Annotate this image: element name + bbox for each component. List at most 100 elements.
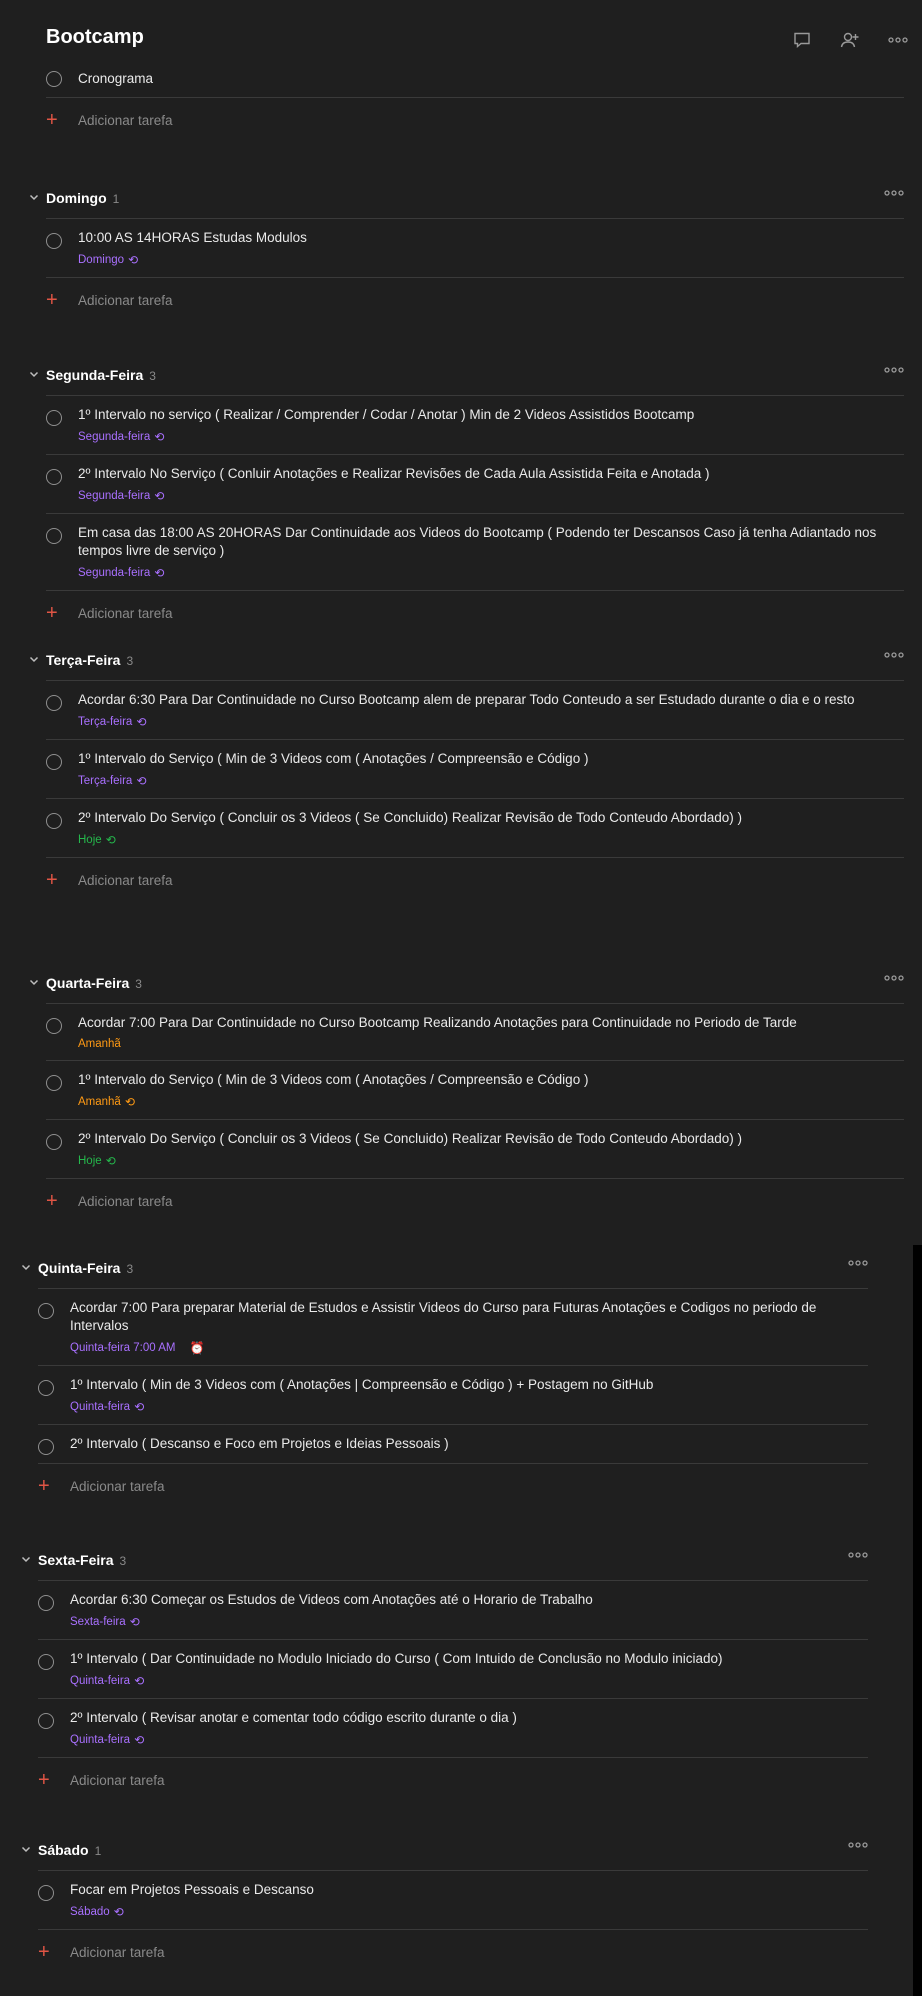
add-task-button[interactable]: + Adicionar tarefa	[46, 591, 904, 635]
chevron-down-icon[interactable]	[28, 368, 42, 382]
task-checkbox[interactable]	[46, 695, 62, 711]
task-meta: Quinta-feira ⟲	[70, 1400, 868, 1414]
task-checkbox[interactable]	[38, 1885, 54, 1901]
due-date: Terça-feira	[78, 716, 133, 728]
due-date: Hoje	[78, 834, 102, 846]
task-item[interactable]: 1º Intervalo ( Min de 3 Videos com ( Ano…	[38, 1366, 868, 1425]
task-title: 1º Intervalo ( Dar Continuidade no Modul…	[70, 1651, 723, 1666]
task-checkbox[interactable]	[46, 1018, 62, 1034]
plus-icon: +	[46, 109, 58, 131]
task-meta: Quinta-feira 7:00 AM ⏰	[70, 1341, 868, 1355]
task-item[interactable]: Em casa das 18:00 AS 20HORAS Dar Continu…	[46, 514, 904, 591]
task-item[interactable]: 2º Intervalo No Serviço ( Conluir Anotaç…	[46, 455, 904, 514]
add-person-icon[interactable]	[836, 28, 864, 52]
recurring-icon: ⟲	[129, 1615, 140, 1629]
task-title: 1º Intervalo no serviço ( Realizar / Com…	[78, 407, 695, 422]
recurring-icon: ⟲	[154, 566, 165, 580]
task-checkbox[interactable]	[46, 410, 62, 426]
task-meta: Segunda-feira ⟲	[78, 430, 904, 444]
add-task-button[interactable]: + Adicionar tarefa	[46, 1179, 904, 1223]
section-name: Quinta-Feira 3	[38, 1260, 134, 1276]
chevron-down-icon[interactable]	[20, 1843, 34, 1857]
task-checkbox[interactable]	[46, 813, 62, 829]
task-checkbox[interactable]	[46, 1075, 62, 1091]
task-item[interactable]: 2º Intervalo Do Serviço ( Concluir os 3 …	[46, 1120, 904, 1179]
more-icon[interactable]	[884, 975, 904, 981]
task-meta: Hoje ⟲	[78, 833, 904, 847]
add-task-label: Adicionar tarefa	[70, 1945, 165, 1960]
plus-icon: +	[46, 289, 58, 311]
due-date: Sexta-feira	[70, 1616, 126, 1628]
task-item[interactable]: 1º Intervalo do Serviço ( Min de 3 Video…	[46, 1061, 904, 1120]
add-task-button[interactable]: + Adicionar tarefa	[38, 1930, 868, 1974]
more-icon[interactable]	[884, 190, 904, 196]
plus-icon: +	[46, 869, 58, 891]
task-title: 2º Intervalo ( Revisar anotar e comentar…	[70, 1710, 517, 1725]
due-date: Quinta-feira 7:00 AM	[70, 1342, 176, 1354]
task-item[interactable]: Acordar 6:30 Para Dar Continuidade no Cu…	[46, 681, 904, 740]
due-date: Segunda-feira	[78, 431, 151, 443]
chevron-down-icon[interactable]	[20, 1261, 34, 1275]
chevron-down-icon[interactable]	[28, 653, 42, 667]
task-checkbox[interactable]	[38, 1439, 54, 1455]
task-checkbox[interactable]	[38, 1380, 54, 1396]
chevron-down-icon[interactable]	[20, 1553, 34, 1567]
recurring-icon: ⟲	[154, 430, 165, 444]
more-icon[interactable]	[848, 1260, 868, 1266]
section-name: Terça-Feira 3	[46, 652, 134, 668]
task-item[interactable]: Acordar 7:00 Para preparar Material de E…	[38, 1289, 868, 1366]
task-title: 2º Intervalo No Serviço ( Conluir Anotaç…	[78, 466, 710, 481]
recurring-icon: ⟲	[134, 1733, 145, 1747]
task-item[interactable]: Acordar 7:00 Para Dar Continuidade no Cu…	[46, 1004, 904, 1061]
task-title: Acordar 6:30 Para Dar Continuidade no Cu…	[78, 692, 855, 707]
comment-icon[interactable]	[788, 28, 816, 52]
due-date: Domingo	[78, 254, 125, 266]
task-checkbox[interactable]	[38, 1303, 54, 1319]
task-meta: Segunda-feira ⟲	[78, 489, 904, 503]
plus-icon: +	[46, 602, 58, 624]
task-item[interactable]: Cronograma	[46, 62, 904, 98]
task-checkbox[interactable]	[38, 1713, 54, 1729]
add-task-button[interactable]: + Adicionar tarefa	[38, 1758, 868, 1802]
task-meta: Quinta-feira ⟲	[70, 1674, 868, 1688]
task-checkbox[interactable]	[38, 1595, 54, 1611]
task-item[interactable]: 2º Intervalo Do Serviço ( Concluir os 3 …	[46, 799, 904, 858]
more-icon[interactable]	[884, 367, 904, 373]
task-checkbox[interactable]	[46, 754, 62, 770]
task-meta: Sexta-feira ⟲	[70, 1615, 868, 1629]
task-checkbox[interactable]	[46, 71, 62, 87]
more-icon[interactable]	[884, 652, 904, 658]
more-icon[interactable]	[884, 28, 912, 52]
add-task-button[interactable]: + Adicionar tarefa	[46, 98, 904, 142]
task-item[interactable]: 1º Intervalo ( Dar Continuidade no Modul…	[38, 1640, 868, 1699]
due-date: Amanhã	[78, 1038, 121, 1050]
section-name: Sábado 1	[38, 1842, 102, 1858]
task-checkbox[interactable]	[46, 1134, 62, 1150]
task-checkbox[interactable]	[46, 528, 62, 544]
add-task-button[interactable]: + Adicionar tarefa	[46, 858, 904, 902]
task-item[interactable]: 2º Intervalo ( Revisar anotar e comentar…	[38, 1699, 868, 1758]
task-checkbox[interactable]	[38, 1654, 54, 1670]
task-item[interactable]: Focar em Projetos Pessoais e Descanso Sáb…	[38, 1871, 868, 1930]
task-checkbox[interactable]	[46, 233, 62, 249]
task-item[interactable]: 10:00 AS 14HORAS Estudas Modulos Domingo ⟲	[46, 219, 904, 278]
add-task-button[interactable]: + Adicionar tarefa	[38, 1464, 868, 1508]
due-date: Quinta-feira	[70, 1675, 131, 1687]
chevron-down-icon[interactable]	[28, 191, 42, 205]
task-item[interactable]: 1º Intervalo do Serviço ( Min de 3 Video…	[46, 740, 904, 799]
add-task-label: Adicionar tarefa	[70, 1479, 165, 1494]
more-icon[interactable]	[848, 1842, 868, 1848]
due-date: Hoje	[78, 1155, 102, 1167]
add-task-label: Adicionar tarefa	[78, 1194, 173, 1209]
add-task-button[interactable]: + Adicionar tarefa	[46, 278, 904, 322]
task-item[interactable]: 1º Intervalo no serviço ( Realizar / Com…	[46, 396, 904, 455]
due-date: Quinta-feira	[70, 1401, 131, 1413]
section-header: Segunda-Feira 3	[29, 355, 904, 396]
add-task-label: Adicionar tarefa	[78, 113, 173, 128]
more-icon[interactable]	[848, 1552, 868, 1558]
task-item[interactable]: Acordar 6:30 Começar os Estudos de Video…	[38, 1581, 868, 1640]
task-checkbox[interactable]	[46, 469, 62, 485]
task-item[interactable]: 2º Intervalo ( Descanso e Foco em Projet…	[38, 1425, 868, 1464]
section-header: Quinta-Feira 3	[21, 1248, 868, 1289]
chevron-down-icon[interactable]	[28, 976, 42, 990]
